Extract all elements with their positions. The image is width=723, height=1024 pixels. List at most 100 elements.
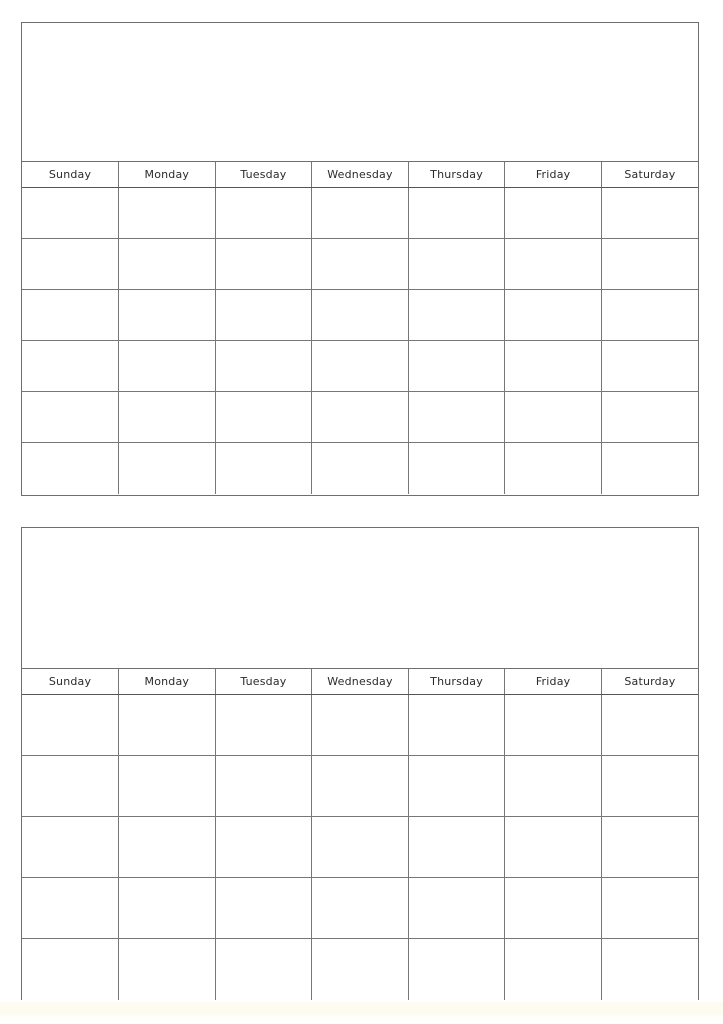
day-cell[interactable] (408, 816, 506, 878)
day-cell[interactable] (118, 694, 216, 756)
day-cell[interactable] (601, 187, 698, 239)
day-cell-text (602, 845, 698, 850)
day-cell[interactable] (118, 340, 216, 392)
day-cell[interactable] (311, 340, 409, 392)
day-cell[interactable] (504, 442, 602, 494)
day-cell[interactable] (601, 289, 698, 341)
day-cell[interactable] (504, 816, 602, 878)
day-cell[interactable] (311, 187, 409, 239)
day-cell[interactable] (408, 289, 506, 341)
day-cell[interactable] (118, 187, 216, 239)
day-cell[interactable] (215, 289, 313, 341)
day-cell-text (119, 262, 215, 267)
day-cell[interactable] (215, 938, 313, 1000)
day-cell[interactable] (408, 694, 506, 756)
day-cell[interactable] (215, 755, 313, 817)
day-cell[interactable] (504, 289, 602, 341)
monthly-calendar-1: Sunday Monday Tuesday Wednesday Thursday… (21, 22, 699, 496)
day-cell-text (216, 415, 312, 420)
day-cell[interactable] (504, 187, 602, 239)
day-cell[interactable] (408, 755, 506, 817)
day-cell[interactable] (311, 877, 409, 939)
day-cell[interactable] (118, 289, 216, 341)
weekday-header-thursday: Thursday (408, 669, 506, 695)
day-cell[interactable] (601, 938, 698, 1000)
day-cell[interactable] (311, 391, 409, 443)
day-cell[interactable] (22, 391, 120, 443)
calendar-2-title-block[interactable] (22, 528, 698, 669)
day-cell[interactable] (504, 238, 602, 290)
day-cell[interactable] (601, 442, 698, 494)
day-cell-text (505, 262, 601, 267)
day-cell[interactable] (504, 755, 602, 817)
day-cell[interactable] (408, 442, 506, 494)
day-cell[interactable] (601, 877, 698, 939)
day-cell[interactable] (504, 938, 602, 1000)
day-cell[interactable] (118, 816, 216, 878)
day-cell[interactable] (22, 289, 120, 341)
day-cell[interactable] (22, 340, 120, 392)
weekday-header-monday: Monday (118, 162, 216, 188)
day-cell[interactable] (215, 187, 313, 239)
day-cell[interactable] (408, 877, 506, 939)
day-cell[interactable] (22, 816, 120, 878)
day-cell[interactable] (215, 442, 313, 494)
day-cell[interactable] (22, 877, 120, 939)
day-cell[interactable] (601, 340, 698, 392)
day-cell[interactable] (504, 877, 602, 939)
day-cell[interactable] (311, 938, 409, 1000)
day-cell[interactable] (311, 755, 409, 817)
day-cell[interactable] (311, 816, 409, 878)
day-cell[interactable] (118, 938, 216, 1000)
day-cell[interactable] (118, 877, 216, 939)
day-cell[interactable] (408, 938, 506, 1000)
day-cell[interactable] (215, 340, 313, 392)
day-cell[interactable] (215, 816, 313, 878)
day-cell[interactable] (601, 816, 698, 878)
day-cell[interactable] (408, 340, 506, 392)
day-cell[interactable] (118, 755, 216, 817)
day-cell[interactable] (311, 694, 409, 756)
day-cell[interactable] (215, 391, 313, 443)
day-cell[interactable] (118, 442, 216, 494)
day-cell[interactable] (601, 238, 698, 290)
day-cell[interactable] (504, 340, 602, 392)
day-cell[interactable] (22, 187, 120, 239)
day-cell[interactable] (22, 938, 120, 1000)
day-cell[interactable] (22, 694, 120, 756)
day-cell-text (312, 723, 408, 728)
day-cell[interactable] (22, 442, 120, 494)
day-cell[interactable] (118, 391, 216, 443)
day-cell-text (22, 415, 118, 420)
day-cell[interactable] (118, 238, 216, 290)
calendar-1-week-row-4 (22, 340, 698, 392)
day-cell-text (22, 967, 118, 972)
day-cell-text (119, 313, 215, 318)
calendar-1-week-row-1 (22, 187, 698, 239)
day-cell[interactable] (504, 694, 602, 756)
calendar-1-title-block[interactable] (22, 23, 698, 162)
day-cell[interactable] (408, 187, 506, 239)
day-cell[interactable] (504, 391, 602, 443)
day-cell[interactable] (601, 755, 698, 817)
weekday-header-tuesday: Tuesday (215, 162, 313, 188)
day-cell-text (602, 967, 698, 972)
day-cell[interactable] (311, 289, 409, 341)
day-cell[interactable] (215, 694, 313, 756)
day-cell-text (216, 906, 312, 911)
calendar-2-week-row-3 (22, 816, 698, 878)
day-cell-text (602, 211, 698, 216)
day-cell[interactable] (22, 755, 120, 817)
day-cell[interactable] (215, 238, 313, 290)
day-cell[interactable] (311, 238, 409, 290)
day-cell[interactable] (408, 238, 506, 290)
day-cell[interactable] (408, 391, 506, 443)
day-cell[interactable] (215, 877, 313, 939)
calendar-1-week-row-5 (22, 391, 698, 443)
day-cell[interactable] (22, 238, 120, 290)
day-cell[interactable] (601, 694, 698, 756)
day-cell[interactable] (601, 391, 698, 443)
day-cell[interactable] (311, 442, 409, 494)
day-cell-text (505, 845, 601, 850)
day-cell-text (602, 262, 698, 267)
